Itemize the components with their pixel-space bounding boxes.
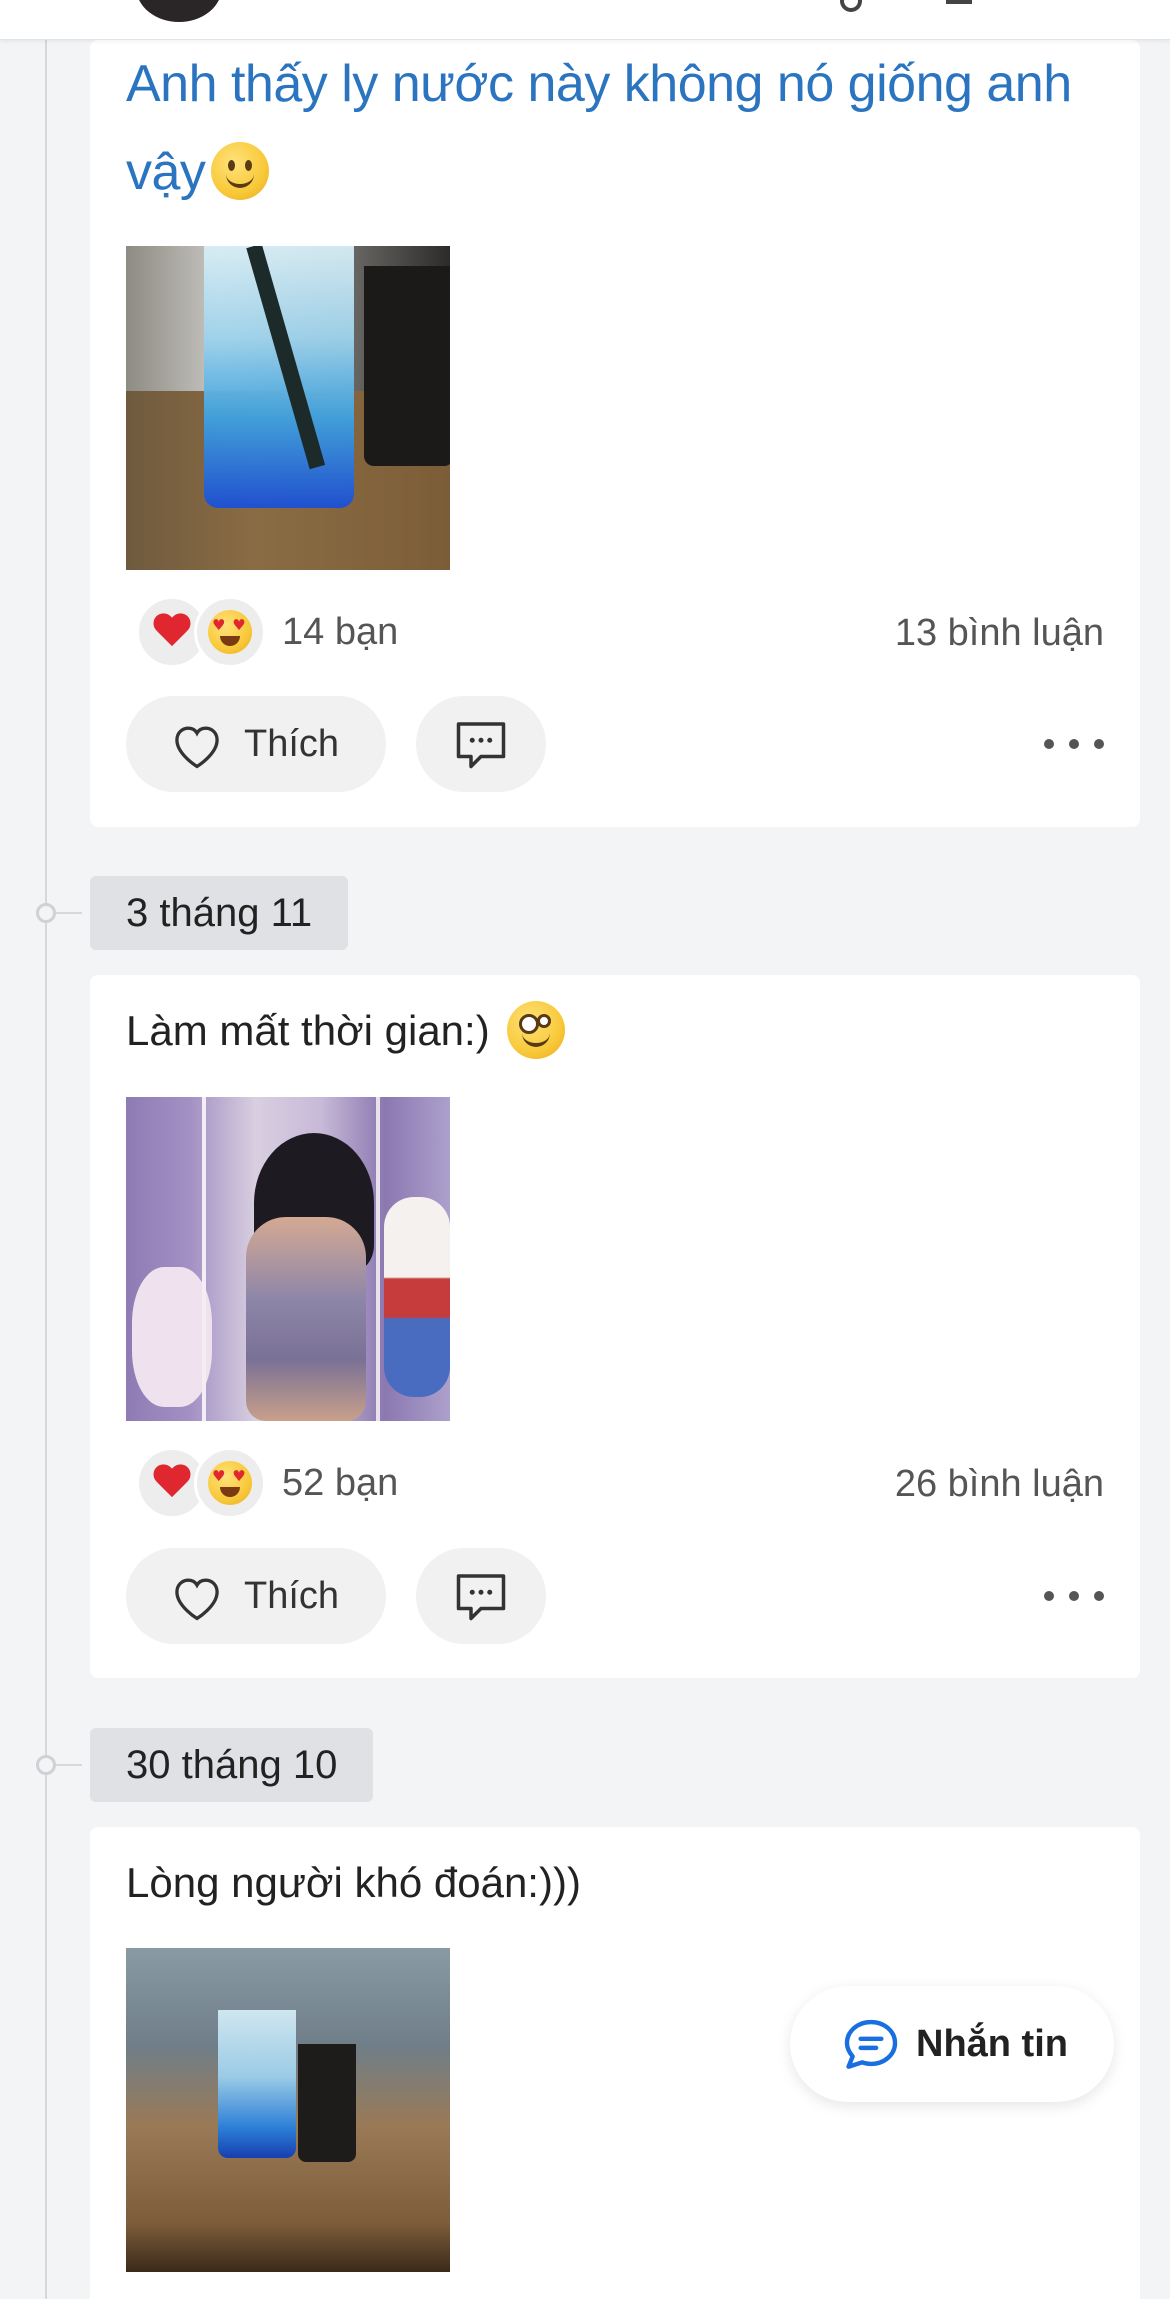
comment-button[interactable] bbox=[416, 696, 546, 792]
reaction-summary[interactable]: 52 bạn bbox=[136, 1447, 398, 1519]
post-text-line: Anh thấy ly nước này không nó giống anh bbox=[126, 55, 1072, 113]
photo-glass bbox=[204, 246, 354, 508]
dot bbox=[1094, 1591, 1104, 1601]
header-icon[interactable] bbox=[840, 0, 862, 12]
dot bbox=[1094, 739, 1104, 749]
post-text: Lòng người khó đoán:))) bbox=[126, 1859, 581, 1906]
top-header bbox=[0, 0, 1170, 40]
reaction-count: 52 bạn bbox=[282, 1461, 399, 1504]
slightly-smiling-face-icon bbox=[211, 142, 270, 201]
timeline-line bbox=[45, 40, 47, 2299]
message-button-label: Nhắn tin bbox=[916, 2022, 1068, 2065]
post-card: Anh thấy ly nước này không nó giống anh … bbox=[90, 40, 1140, 827]
header-icon[interactable] bbox=[946, 0, 972, 4]
chat-bubble-icon bbox=[844, 2019, 898, 2069]
message-button[interactable]: Nhắn tin bbox=[790, 1986, 1114, 2102]
profile-timeline-page: Anh thấy ly nước này không nó giống anh … bbox=[0, 0, 1170, 2299]
post-text: Làm mất thời gian:) bbox=[126, 987, 566, 1075]
post-text-line: vậy bbox=[126, 128, 1126, 216]
date-label: 3 tháng 11 bbox=[90, 876, 349, 950]
blue-drink-cafe-photo[interactable] bbox=[126, 1948, 450, 2272]
heart-outline-icon bbox=[175, 1578, 219, 1621]
reaction-count: 14 bạn bbox=[282, 610, 399, 653]
rolling-eyes-face-icon bbox=[507, 1000, 566, 1059]
comment-button[interactable] bbox=[416, 1548, 546, 1644]
dot bbox=[1069, 1591, 1079, 1601]
more-options-button[interactable] bbox=[1044, 724, 1104, 764]
photo-mirror-edge bbox=[376, 1097, 380, 1421]
mirror-selfie-photo[interactable] bbox=[126, 1097, 450, 1421]
post-text: Anh thấy ly nước này không nó giống anh … bbox=[126, 40, 1126, 216]
comment-icon bbox=[456, 722, 506, 769]
heart-eyes-face-icon bbox=[194, 1447, 266, 1519]
dot bbox=[1069, 739, 1079, 749]
like-label: Thích bbox=[244, 1574, 340, 1617]
dot bbox=[1044, 1591, 1054, 1601]
heart-eyes-face-icon bbox=[194, 596, 266, 668]
comment-count[interactable]: 13 bình luận bbox=[895, 612, 1104, 655]
photo-cup bbox=[298, 2044, 356, 2162]
like-label: Thích bbox=[244, 722, 340, 765]
comment-icon bbox=[456, 1574, 506, 1621]
avatar[interactable] bbox=[136, 0, 222, 22]
dot bbox=[1044, 739, 1054, 749]
like-button[interactable]: Thích bbox=[126, 1548, 386, 1644]
timeline-dot bbox=[36, 1755, 56, 1775]
comment-count[interactable]: 26 bình luận bbox=[895, 1463, 1104, 1506]
photo-glass bbox=[218, 2010, 296, 2158]
like-button[interactable]: Thích bbox=[126, 696, 386, 792]
date-label: 30 tháng 10 bbox=[90, 1728, 374, 1802]
photo-mirror-edge bbox=[202, 1097, 206, 1421]
heart-outline-icon bbox=[175, 726, 219, 769]
photo-cup bbox=[364, 266, 450, 466]
post-card: Làm mất thời gian:) 52 bạn 26 bình luận … bbox=[90, 975, 1140, 1678]
more-options-button[interactable] bbox=[1044, 1576, 1104, 1616]
photo-person bbox=[246, 1217, 366, 1421]
photo-plush bbox=[132, 1267, 212, 1407]
post-text-segment: vậy bbox=[126, 143, 206, 201]
timeline-dot bbox=[36, 903, 56, 923]
photo-plush bbox=[384, 1197, 450, 1397]
post-text-segment: Làm mất thời gian:) bbox=[126, 1007, 490, 1054]
reaction-summary[interactable]: 14 bạn bbox=[136, 596, 398, 668]
blue-drink-glass-photo[interactable] bbox=[126, 246, 450, 570]
